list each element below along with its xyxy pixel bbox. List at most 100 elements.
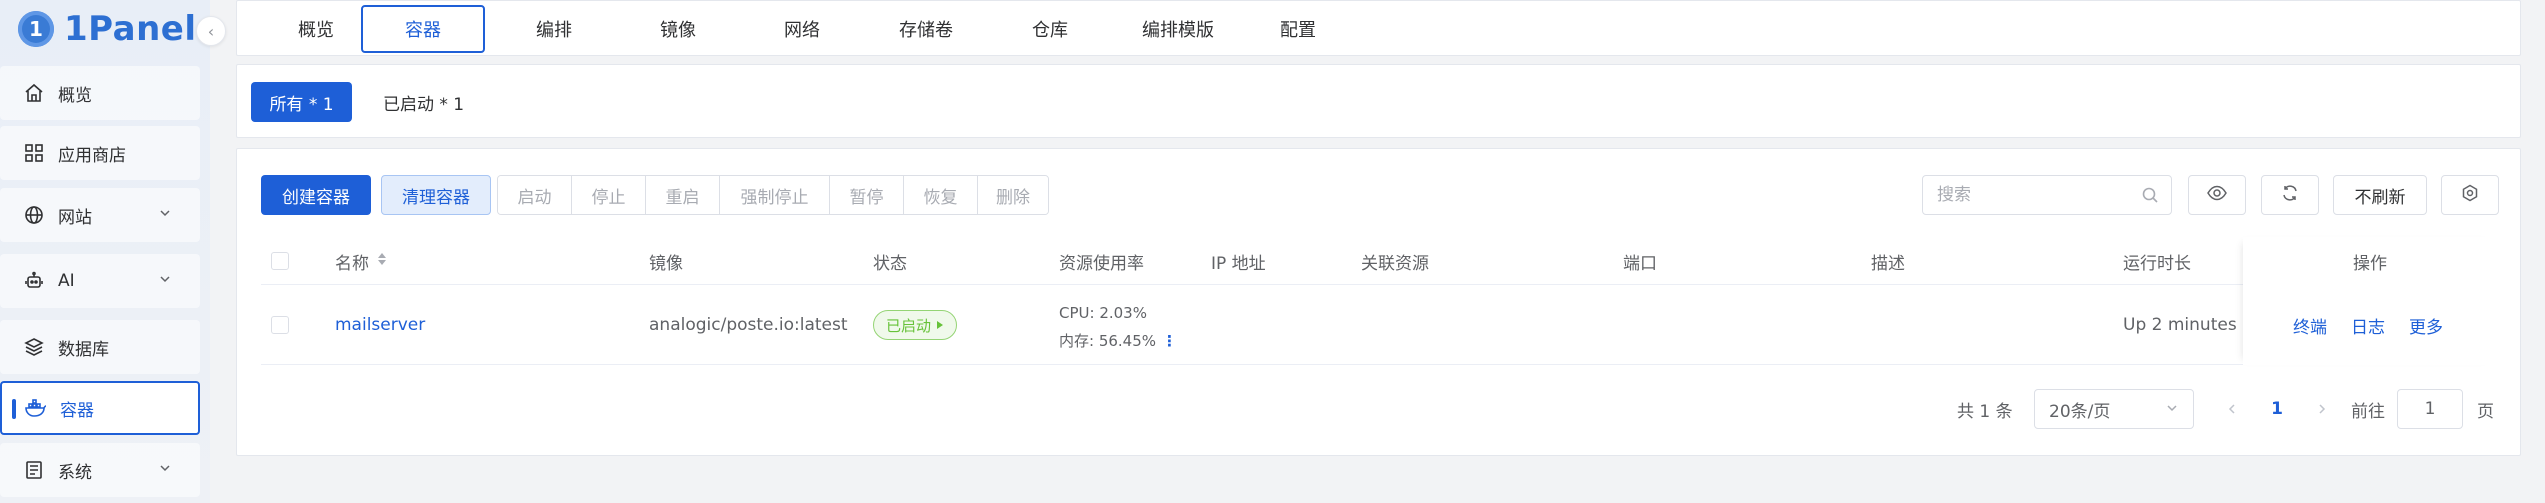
chevron-down-icon [158, 206, 172, 224]
start-button[interactable]: 启动 [498, 176, 572, 214]
row-checkbox[interactable] [271, 316, 289, 334]
create-container-button[interactable]: 创建容器 [261, 175, 371, 215]
eye-icon [2207, 185, 2227, 205]
table-header: 名称 镜像 状态 资源使用率 IP 地址 关联资源 端口 描述 运行时长 [261, 237, 2497, 285]
sidebar-item-container[interactable]: 容器 [0, 381, 200, 435]
more-link[interactable]: 更多 [2409, 285, 2443, 365]
chevron-right-icon [2319, 404, 2326, 414]
sidebar-item-app-store[interactable]: 应用商店 [0, 126, 200, 180]
tab-overview[interactable]: 概览 [261, 5, 371, 53]
status-badge[interactable]: 已启动 [873, 310, 958, 340]
column-description: 描述 [1871, 253, 1905, 274]
usage-cell: CPU: 2.03% 内存: 56.45% ⋮ [1059, 299, 1177, 355]
memory-usage-line: 内存: 56.45% ⋮ [1059, 327, 1177, 355]
top-tab-bar: 概览 容器 编排 镜像 网络 存储卷 仓库 编排模版 配置 [236, 0, 2521, 56]
cpu-usage: CPU: 2.03% [1059, 304, 1147, 322]
next-page-button[interactable] [2307, 389, 2337, 429]
tab-compose-templates[interactable]: 编排模版 [1113, 5, 1243, 53]
filter-all-button[interactable]: 所有 * 1 [251, 82, 352, 122]
sidebar-collapse-button[interactable]: ‹ [196, 16, 226, 46]
layers-icon [22, 335, 46, 359]
operations-column: 操作 终端 日志 更多 [2243, 237, 2497, 365]
filter-running-button[interactable]: 已启动 * 1 [383, 82, 464, 122]
play-icon [937, 321, 944, 329]
search-input[interactable] [1937, 185, 2127, 205]
tab-volumes[interactable]: 存储卷 [871, 5, 981, 53]
uptime-cell: Up 2 minutes (h [2123, 315, 2253, 335]
system-icon [22, 458, 46, 482]
brand-logo[interactable]: 1 1Panel [18, 4, 197, 54]
chevron-left-icon: ‹ [207, 21, 215, 41]
search-icon[interactable] [2141, 186, 2159, 209]
sidebar-item-label: 应用商店 [58, 145, 126, 166]
tab-settings[interactable]: 配置 [1243, 5, 1353, 53]
auto-refresh-select[interactable]: 不刷新 [2333, 175, 2427, 215]
page-size-value: 20条/页 [2049, 401, 2111, 422]
sidebar-item-label: 概览 [58, 85, 92, 106]
column-status: 状态 [873, 253, 907, 274]
refresh-button[interactable] [2261, 175, 2319, 215]
tab-containers[interactable]: 容器 [361, 5, 485, 53]
sidebar-item-label: 网站 [58, 207, 92, 228]
total-count: 共 1 条 [1957, 401, 2013, 422]
brand-name: 1Panel [64, 9, 197, 49]
home-icon [22, 81, 46, 105]
column-related: 关联资源 [1361, 253, 1429, 274]
tab-repositories[interactable]: 仓库 [995, 5, 1105, 53]
sidebar-item-overview[interactable]: 概览 [0, 66, 200, 120]
sidebar-item-label: 系统 [58, 462, 92, 483]
sort-icon[interactable] [377, 251, 387, 272]
container-name-link[interactable]: mailserver [335, 285, 425, 365]
goto-page-input[interactable]: 1 [2397, 389, 2463, 429]
active-indicator [12, 399, 16, 419]
delete-button[interactable]: 删除 [978, 176, 1048, 214]
chevron-down-icon [158, 461, 172, 479]
sidebar: 1 1Panel ‹ 概览 应用商店 网站 AI 数据库 容器 系统 [0, 0, 226, 503]
search-box [1922, 175, 2172, 215]
resume-button[interactable]: 恢复 [904, 176, 978, 214]
sidebar-item-database[interactable]: 数据库 [0, 320, 200, 374]
sidebar-item-ai[interactable]: AI [0, 254, 200, 308]
chevron-down-icon [2165, 400, 2179, 420]
goto-label: 前往 [2351, 401, 2385, 422]
more-vertical-icon[interactable]: ⋮ [1162, 332, 1177, 350]
tab-networks[interactable]: 网络 [747, 5, 857, 53]
tab-images[interactable]: 镜像 [623, 5, 733, 53]
clean-containers-button[interactable]: 清理容器 [381, 175, 491, 215]
container-image: analogic/poste.io:latest [649, 315, 848, 335]
sidebar-item-label: 容器 [60, 400, 94, 421]
terminal-link[interactable]: 终端 [2293, 285, 2327, 365]
stop-button[interactable]: 停止 [572, 176, 646, 214]
select-all-checkbox[interactable] [271, 252, 289, 270]
toggle-visibility-button[interactable] [2188, 175, 2246, 215]
column-label: 名称 [335, 253, 369, 274]
status-label: 已启动 [886, 316, 932, 335]
grid-icon [22, 141, 46, 165]
restart-button[interactable]: 重启 [646, 176, 720, 214]
sidebar-item-website[interactable]: 网站 [0, 188, 200, 242]
sidebar-item-system[interactable]: 系统 [0, 443, 200, 497]
force-stop-button[interactable]: 强制停止 [720, 176, 830, 214]
chevron-down-icon [158, 272, 172, 290]
bulk-action-group: 启动 停止 重启 强制停止 暂停 恢复 删除 [497, 175, 1049, 215]
refresh-icon [2281, 184, 2299, 206]
column-ip: IP 地址 [1211, 253, 1266, 274]
sidebar-item-label: 数据库 [58, 339, 109, 360]
page-number-current[interactable]: 1 [2262, 389, 2292, 429]
sidebar-item-label: AI [58, 271, 75, 291]
page-suffix: 页 [2477, 401, 2494, 422]
page-size-select[interactable]: 20条/页 [2034, 389, 2194, 429]
column-name[interactable]: 名称 [335, 237, 387, 285]
prev-page-button[interactable] [2217, 389, 2247, 429]
pause-button[interactable]: 暂停 [830, 176, 904, 214]
gear-icon [2461, 184, 2479, 206]
chevron-left-icon [2228, 404, 2235, 414]
column-usage: 资源使用率 [1059, 253, 1144, 274]
container-icon [24, 396, 48, 420]
logo-mark-icon: 1 [18, 11, 54, 47]
table-settings-button[interactable] [2441, 175, 2499, 215]
column-uptime: 运行时长 [2123, 253, 2191, 274]
tab-compose[interactable]: 编排 [499, 5, 609, 53]
robot-icon [22, 269, 46, 293]
logs-link[interactable]: 日志 [2351, 285, 2385, 365]
